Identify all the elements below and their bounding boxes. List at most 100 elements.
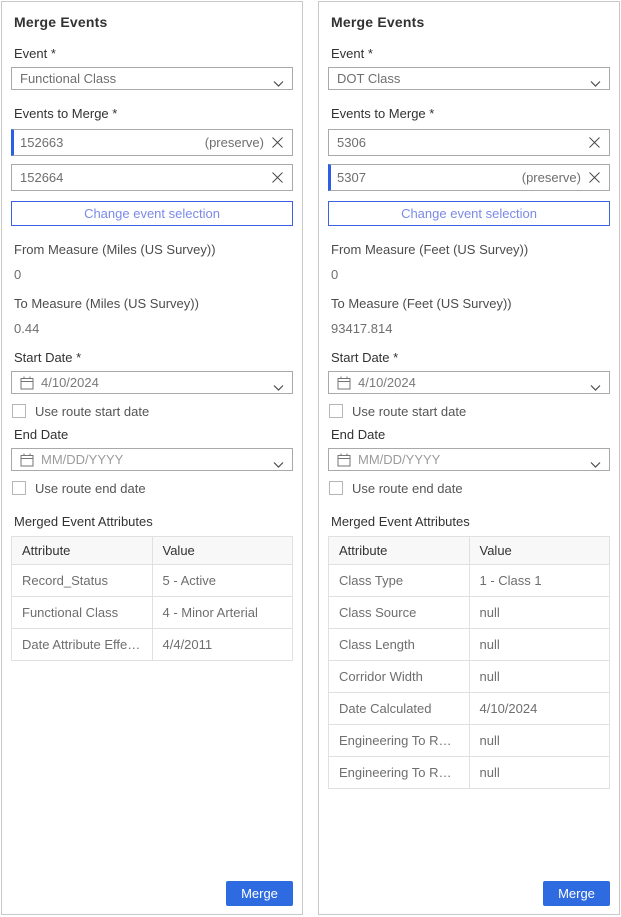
event-id-text: 152664 [20,170,271,185]
page-title: Merge Events [14,14,290,30]
merged-event-attributes-table: Attribute Value Class Type 1 - Class 1 C… [328,536,610,789]
table-row: Engineering To RouteID null [329,725,610,757]
checkbox-use-route-start-date[interactable] [329,404,343,418]
table-row: Corridor Width null [329,661,610,693]
panel-footer: Merge [328,881,610,908]
remove-event-icon[interactable] [588,171,601,184]
events-to-merge-label: Events to Merge * [14,106,290,121]
start-date-value: 4/10/2024 [358,375,590,390]
calendar-icon [20,453,34,467]
event-select-value: Functional Class [20,71,116,86]
value-cell: null [469,725,610,757]
end-date-placeholder: MM/DD/YYYY [358,452,590,467]
event-to-merge-row: 5306 [328,129,610,156]
value-cell: null [469,597,610,629]
attribute-cell: Class Length [329,629,470,661]
attribute-cell: Engineering To RouteID [329,725,470,757]
to-measure-label: To Measure (Miles (US Survey)) [14,296,290,311]
checkbox-use-route-end-date[interactable] [12,481,26,495]
calendar-icon [337,376,351,390]
calendar-icon [337,453,351,467]
to-measure-value: 0.44 [14,321,290,336]
remove-event-icon[interactable] [271,136,284,149]
attribute-cell: Record_Status [12,565,153,597]
table-row: Class Length null [329,629,610,661]
start-date-picker[interactable]: 4/10/2024 [11,371,293,394]
start-date-value: 4/10/2024 [41,375,273,390]
value-cell: 4/10/2024 [469,693,610,725]
end-date-placeholder: MM/DD/YYYY [41,452,273,467]
chevron-down-icon [590,379,601,387]
merged-event-attributes-label: Merged Event Attributes [14,514,290,529]
use-route-end-date-label: Use route end date [35,481,146,496]
from-measure-label: From Measure (Feet (US Survey)) [331,242,607,257]
use-route-end-date-row: Use route end date [329,479,610,497]
attribute-column-header: Attribute [12,537,153,565]
table-row: Date Calculated 4/10/2024 [329,693,610,725]
attribute-cell: Functional Class [12,597,153,629]
from-measure-value: 0 [14,267,290,282]
use-route-start-date-label: Use route start date [35,404,149,419]
attribute-cell: Class Source [329,597,470,629]
table-row: Record_Status 5 - Active [12,565,293,597]
change-event-selection-button[interactable]: Change event selection [328,201,610,226]
start-date-label: Start Date * [331,350,607,365]
event-select[interactable]: Functional Class [11,67,293,90]
preserve-tag: (preserve) [205,135,264,150]
change-event-selection-button[interactable]: Change event selection [11,201,293,226]
end-date-picker[interactable]: MM/DD/YYYY [328,448,610,471]
table-header-row: Attribute Value [329,537,610,565]
remove-event-icon[interactable] [588,136,601,149]
table-row: Functional Class 4 - Minor Arterial [12,597,293,629]
event-to-merge-row: 152663 (preserve) [11,129,293,156]
chevron-down-icon [273,456,284,464]
end-date-label: End Date [331,427,607,442]
value-cell: null [469,661,610,693]
start-date-label: Start Date * [14,350,290,365]
chevron-down-icon [590,456,601,464]
attribute-cell: Date Calculated [329,693,470,725]
end-date-picker[interactable]: MM/DD/YYYY [11,448,293,471]
table-row: Engineering To Route ... null [329,757,610,789]
merge-events-panel-left: Merge Events Event * Functional Class Ev… [1,1,303,915]
event-id-text: 152663 [20,135,205,150]
checkbox-use-route-start-date[interactable] [12,404,26,418]
merge-events-workspace: Merge Events Event * Functional Class Ev… [0,0,621,917]
event-select-value: DOT Class [337,71,400,86]
to-measure-label: To Measure (Feet (US Survey)) [331,296,607,311]
merge-button[interactable]: Merge [226,881,293,906]
table-row: Class Type 1 - Class 1 [329,565,610,597]
event-label: Event * [14,46,290,61]
preserve-tag: (preserve) [522,170,581,185]
calendar-icon [20,376,34,390]
events-to-merge-label: Events to Merge * [331,106,607,121]
remove-event-icon[interactable] [271,171,284,184]
table-row: Date Attribute Effective 4/4/2011 [12,629,293,661]
merge-button[interactable]: Merge [543,881,610,906]
checkbox-use-route-end-date[interactable] [329,481,343,495]
from-measure-label: From Measure (Miles (US Survey)) [14,242,290,257]
to-measure-value: 93417.814 [331,321,607,336]
value-cell: 5 - Active [152,565,293,597]
value-cell: null [469,629,610,661]
chevron-down-icon [273,75,284,83]
event-id-text: 5307 [337,170,522,185]
value-column-header: Value [152,537,293,565]
use-route-start-date-row: Use route start date [329,402,610,420]
attribute-cell: Corridor Width [329,661,470,693]
table-header-row: Attribute Value [12,537,293,565]
start-date-picker[interactable]: 4/10/2024 [328,371,610,394]
table-row: Class Source null [329,597,610,629]
from-measure-value: 0 [331,267,607,282]
value-cell: null [469,757,610,789]
page-title: Merge Events [331,14,607,30]
chevron-down-icon [590,75,601,83]
event-select[interactable]: DOT Class [328,67,610,90]
attribute-cell: Date Attribute Effective [12,629,153,661]
event-to-merge-row: 152664 [11,164,293,191]
chevron-down-icon [273,379,284,387]
use-route-end-date-label: Use route end date [352,481,463,496]
panel-footer: Merge [11,881,293,908]
value-cell: 4 - Minor Arterial [152,597,293,629]
merged-event-attributes-label: Merged Event Attributes [331,514,607,529]
